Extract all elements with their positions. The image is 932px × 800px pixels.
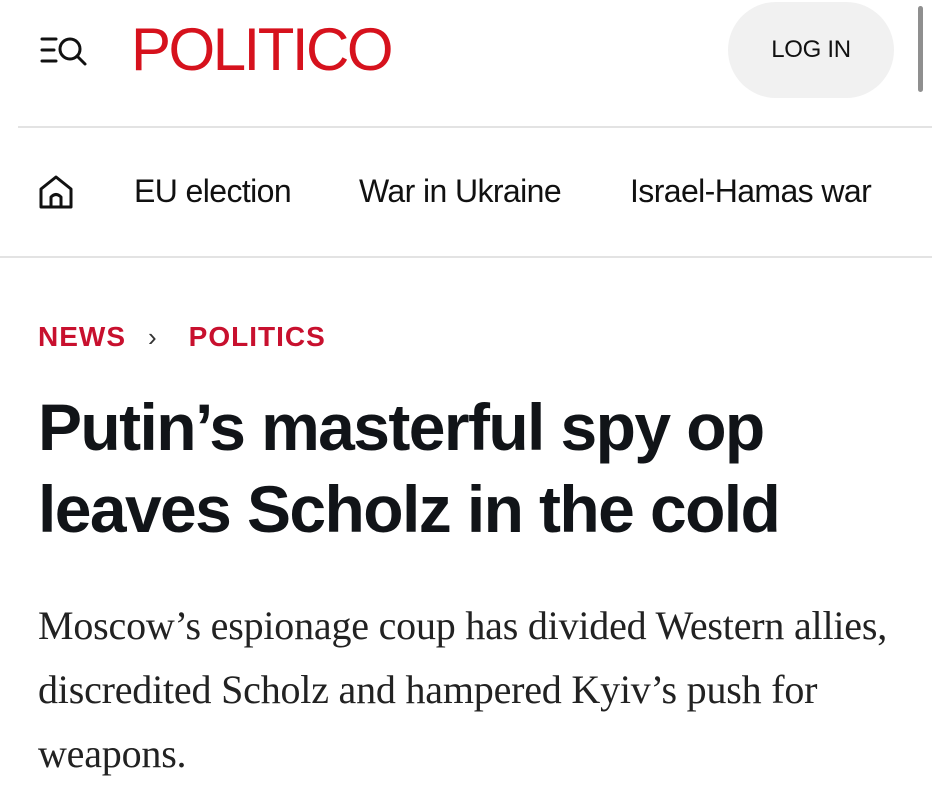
article-headline: Putin’s masterful spy op leaves Scholz i… bbox=[38, 390, 781, 546]
article-dek: Moscow’s espionage coup has divided West… bbox=[38, 603, 887, 776]
scrollbar-thumb[interactable] bbox=[918, 6, 923, 92]
chevron-right-icon: › bbox=[148, 322, 157, 352]
nav-item-eu-election[interactable]: EU election bbox=[134, 171, 292, 211]
divider bbox=[0, 256, 932, 258]
top-bar: POLITICO LOG IN bbox=[0, 0, 932, 126]
topic-nav: EU election War in Ukraine Israel-Hamas … bbox=[0, 128, 932, 256]
menu-search-icon[interactable] bbox=[38, 30, 92, 70]
nav-item-war-in-ukraine[interactable]: War in Ukraine bbox=[359, 171, 562, 211]
breadcrumb-politics[interactable]: POLITICS bbox=[189, 318, 326, 356]
home-icon[interactable] bbox=[36, 172, 76, 212]
politico-logo[interactable]: POLITICO bbox=[131, 14, 394, 86]
breadcrumb: NEWS › POLITICS bbox=[38, 318, 326, 356]
nav-item-israel-hamas-war[interactable]: Israel-Hamas war bbox=[630, 171, 872, 211]
breadcrumb-news[interactable]: NEWS bbox=[38, 318, 126, 356]
login-button[interactable]: LOG IN bbox=[728, 2, 894, 98]
